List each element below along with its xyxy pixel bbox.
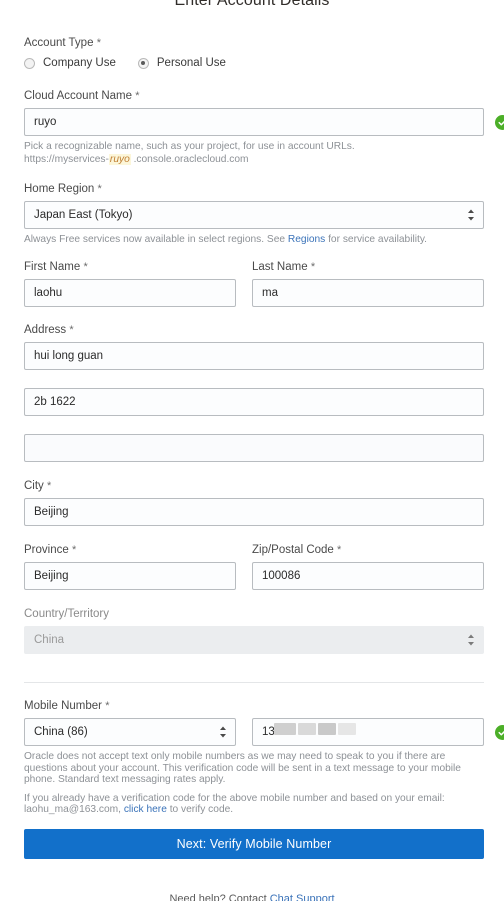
home-region-select[interactable] (24, 201, 484, 229)
last-name-label: Last Name * (252, 260, 484, 274)
country-field (24, 626, 484, 654)
home-region-label-text: Home Region (24, 183, 95, 195)
mobile-note-2-after: to verify code. (166, 804, 234, 815)
mobile-number-field (252, 718, 504, 746)
zip-label: Zip/Postal Code * (252, 543, 484, 557)
valid-check-icon-mobile-number (495, 725, 504, 740)
url-suffix: .console.oraclecloud.com (133, 154, 249, 165)
radio-label-company-use: Company Use (43, 57, 116, 69)
mobile-number-label-text: Mobile Number (24, 700, 102, 712)
account-type-radio-group: Company Use Personal Use (24, 55, 484, 71)
mobile-note-2-before: If you already have a verification code … (24, 792, 445, 816)
footer-help-note: Need help? Contact Chat Support (0, 893, 504, 901)
home-region-hint: Always Free services now available in se… (24, 233, 484, 246)
cloud-account-name-label-text: Cloud Account Name (24, 90, 133, 102)
account-details-form: Account Type * Company Use Personal Use … (24, 36, 504, 859)
home-region-field (24, 201, 484, 229)
cloud-account-name-label: Cloud Account Name * (24, 89, 484, 103)
first-name-group: First Name * (24, 260, 236, 307)
city-label-text: City (24, 480, 44, 492)
mobile-country-code-select[interactable] (24, 718, 236, 746)
province-label-text: Province (24, 544, 69, 556)
required-asterisk: * (97, 183, 102, 195)
address-line1-input[interactable] (24, 342, 484, 370)
province-input[interactable] (24, 562, 236, 590)
valid-check-icon-cloud-account-name (495, 115, 504, 130)
city-label: City * (24, 479, 484, 493)
mobile-note-2: If you already have a verification code … (24, 793, 484, 816)
province-label: Province * (24, 543, 236, 557)
zip-group: Zip/Postal Code * (252, 543, 484, 590)
cloud-account-name-url-preview: https://myservices-ruyo .console.oraclec… (24, 153, 484, 166)
url-prefix: https://myservices- (24, 154, 109, 165)
cloud-account-name-input[interactable] (24, 108, 484, 136)
mobile-note-1: Oracle does not accept text only mobile … (24, 751, 461, 785)
zip-label-text: Zip/Postal Code (252, 544, 334, 556)
cloud-account-name-hint: Pick a recognizable name, such as your p… (24, 140, 484, 166)
last-name-group: Last Name * (252, 260, 484, 307)
footer-help-prefix: Need help? Contact (169, 893, 270, 901)
province-zip-row: Province * Zip/Postal Code * (24, 543, 484, 590)
url-highlight: ruyo (108, 154, 131, 165)
next-verify-mobile-number-button[interactable]: Next: Verify Mobile Number (24, 828, 484, 859)
required-asterisk: * (47, 480, 52, 492)
required-asterisk: * (83, 261, 88, 273)
cloud-account-name-field (24, 108, 504, 136)
click-here-link[interactable]: click here (124, 804, 167, 815)
address-line3-input[interactable] (24, 434, 484, 462)
province-group: Province * (24, 543, 236, 590)
required-asterisk: * (96, 37, 101, 49)
last-name-input[interactable] (252, 279, 484, 307)
mobile-country-code-field (24, 718, 236, 746)
address-label-text: Address (24, 324, 67, 336)
home-region-hint-before: Always Free services now available in se… (24, 234, 288, 245)
chat-support-link[interactable]: Chat Support (270, 893, 335, 901)
required-asterisk: * (310, 261, 316, 273)
address-line2-input[interactable] (24, 388, 484, 416)
required-asterisk: * (69, 324, 74, 336)
cloud-account-name-hint-line1: Pick a recognizable name, such as your p… (24, 141, 355, 152)
mobile-number-label: Mobile Number * (24, 699, 484, 713)
account-type-label-text: Account Type (24, 37, 94, 49)
required-asterisk: * (337, 544, 342, 556)
required-asterisk: * (105, 700, 110, 712)
radio-label-personal-use: Personal Use (156, 57, 226, 69)
country-label-text: Country/Territory (24, 608, 109, 620)
radio-icon-personal-use[interactable] (137, 57, 149, 69)
first-name-input[interactable] (24, 279, 236, 307)
regions-link[interactable]: Regions (288, 234, 325, 245)
address-label: Address * (24, 323, 484, 337)
country-select (24, 626, 484, 654)
first-name-label: First Name * (24, 260, 236, 274)
name-row: First Name * Last Name * (24, 260, 484, 307)
section-divider (24, 682, 484, 683)
home-region-label: Home Region * (24, 182, 484, 196)
mobile-row (24, 718, 504, 746)
redaction-block (338, 723, 356, 735)
country-label: Country/Territory (24, 607, 484, 621)
radio-option-company-use[interactable]: Company Use (24, 57, 116, 69)
account-type-label: Account Type * (24, 36, 484, 50)
enter-account-details-page: Enter Account Details Account Type * Com… (0, 0, 504, 901)
zip-input[interactable] (252, 562, 484, 590)
city-input[interactable] (24, 498, 484, 526)
first-name-label-text: First Name (24, 261, 81, 273)
home-region-hint-after: for service availability. (325, 234, 427, 245)
redaction-block (274, 723, 296, 735)
radio-option-personal-use[interactable]: Personal Use (137, 57, 226, 69)
redaction-block (318, 723, 336, 735)
page-title: Enter Account Details (174, 0, 330, 9)
required-asterisk: * (135, 90, 140, 102)
required-asterisk: * (71, 544, 77, 556)
last-name-label-text: Last Name (252, 261, 308, 273)
radio-icon-company-use[interactable] (24, 57, 35, 69)
redaction-block (298, 723, 316, 735)
